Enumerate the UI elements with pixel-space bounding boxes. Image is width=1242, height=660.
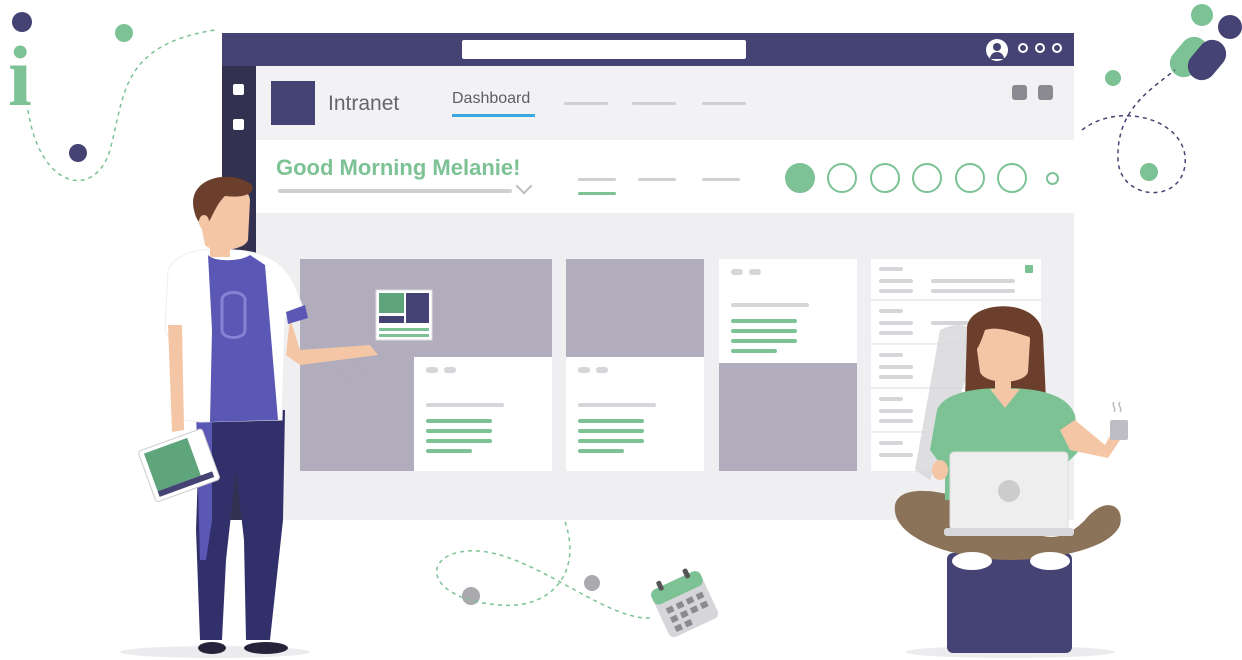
woman-illustration bbox=[894, 306, 1128, 653]
mini-dashboard-widget bbox=[375, 289, 433, 341]
laptop-icon bbox=[944, 451, 1074, 536]
man-illustration bbox=[138, 176, 433, 654]
illustration-layer bbox=[138, 176, 1128, 654]
mug-icon bbox=[1110, 401, 1128, 440]
